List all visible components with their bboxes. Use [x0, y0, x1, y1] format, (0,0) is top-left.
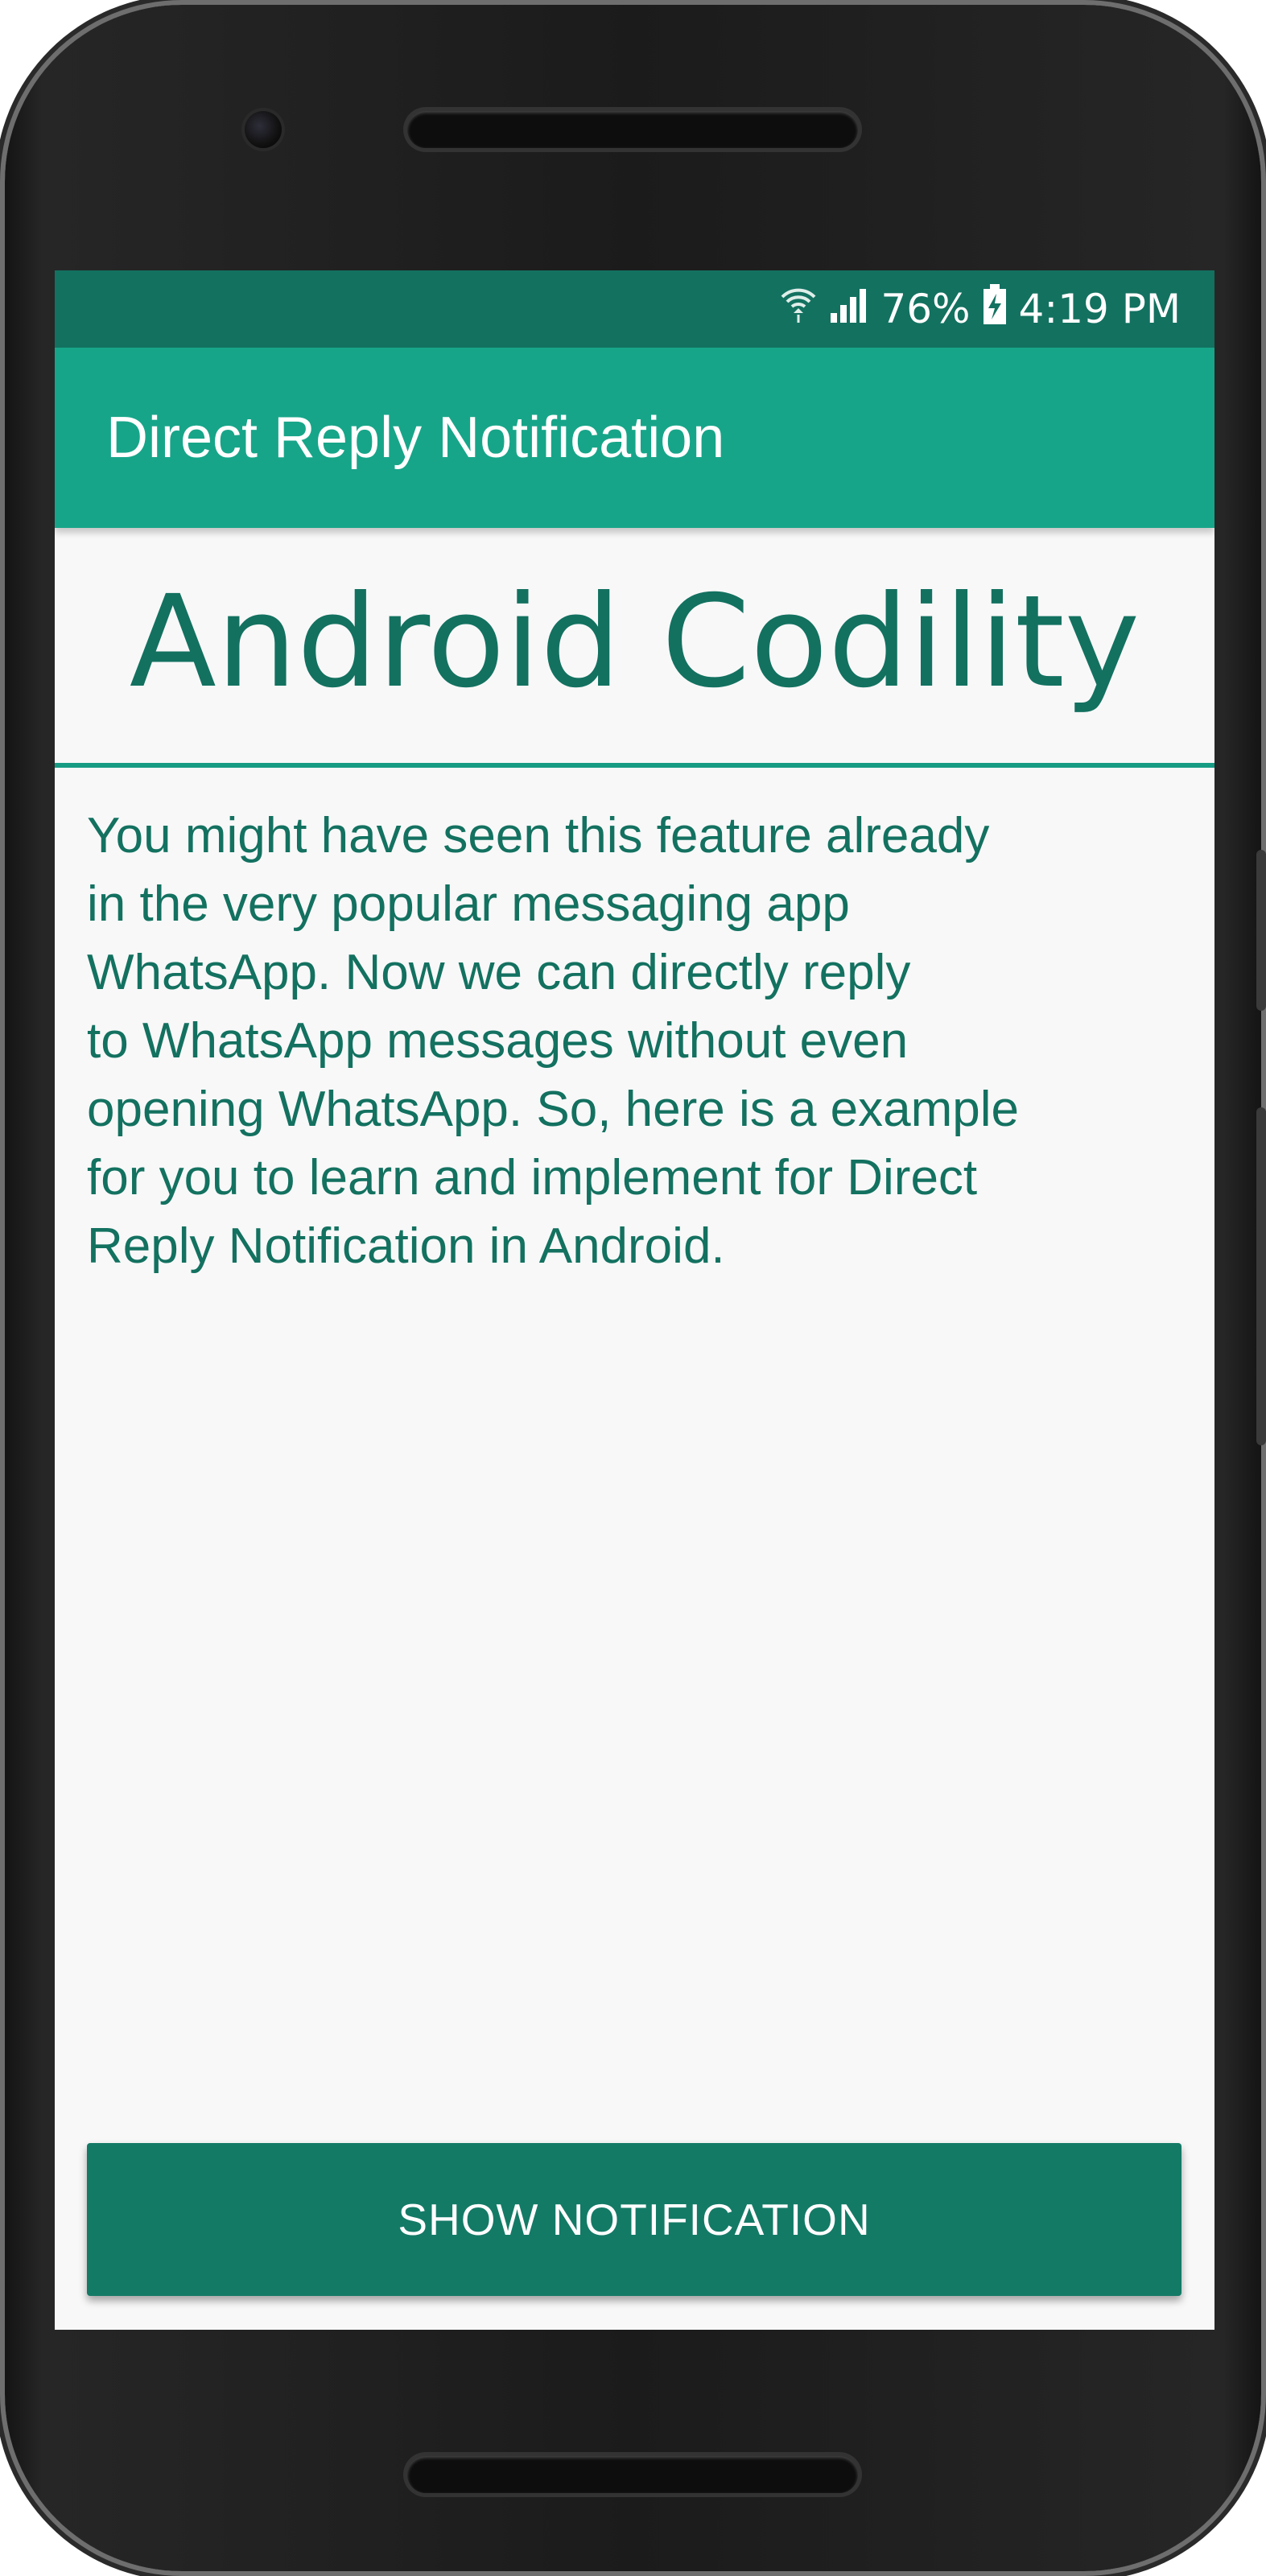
power-button [1256, 850, 1266, 1011]
description-line: You might have seen this feature already [87, 808, 990, 863]
phone-frame: 76% 4:19 PM Direct Reply Notification An… [5, 5, 1266, 2571]
wifi-icon [779, 284, 818, 334]
clock: 4:19 PM [1018, 286, 1181, 332]
battery-percent: 76% [880, 286, 971, 332]
description-line: in the very popular messaging app [87, 876, 850, 932]
app-title: Direct Reply Notification [106, 406, 725, 470]
description-text: You might have seen this feature already… [87, 802, 1198, 1280]
volume-button [1256, 1107, 1266, 1445]
description-line: for you to learn and implement for Direc… [87, 1150, 978, 1206]
phone-screen: 76% 4:19 PM Direct Reply Notification An… [55, 270, 1214, 2330]
status-bar: 76% 4:19 PM [55, 270, 1214, 348]
signal-icon [829, 286, 869, 332]
description-line: opening WhatsApp. So, here is a example [87, 1082, 1020, 1137]
description-line: WhatsApp. Now we can directly reply [87, 945, 911, 1000]
description-line: Reply Notification in Android. [87, 1218, 725, 1274]
bottom-speaker [407, 2456, 858, 2493]
front-camera [245, 111, 282, 148]
top-speaker [407, 111, 858, 148]
app-bar: Direct Reply Notification [55, 348, 1214, 528]
heading-divider [55, 763, 1214, 768]
content-heading: Android Codility [129, 568, 1140, 716]
status-icons: 76% 4:19 PM [779, 283, 1181, 335]
battery-charging-icon [982, 284, 1008, 334]
show-notification-button[interactable]: SHOW NOTIFICATION [87, 2143, 1181, 2296]
description-line: to WhatsApp messages without even [87, 1013, 909, 1069]
